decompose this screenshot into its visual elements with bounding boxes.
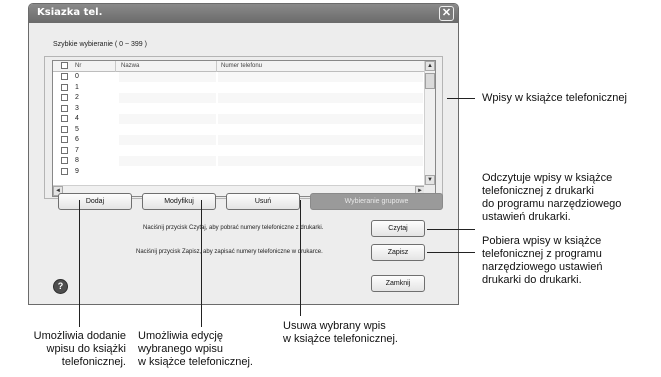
row-number: 9 bbox=[75, 167, 79, 175]
table-row[interactable]: 2 bbox=[53, 93, 425, 104]
list-header: Nr Nazwa Numer telefonu bbox=[53, 61, 425, 72]
table-row[interactable]: 8 bbox=[53, 156, 425, 167]
row-name[interactable] bbox=[119, 93, 216, 103]
row-checkbox[interactable] bbox=[61, 157, 68, 164]
row-name[interactable] bbox=[119, 146, 216, 156]
group-dial-button: Wybieranie grupowe bbox=[310, 193, 443, 210]
read-button[interactable]: Czytaj bbox=[371, 220, 425, 237]
close-button[interactable]: Zamknij bbox=[371, 275, 425, 292]
row-number: 6 bbox=[75, 136, 79, 143]
row-name[interactable] bbox=[119, 104, 216, 114]
read-instruction: Naciśnij przycisk Czytaj, aby pobrać num… bbox=[143, 225, 324, 231]
callout-delete: Usuwa wybrany wpis w książce telefoniczn… bbox=[283, 320, 398, 345]
row-phone[interactable] bbox=[218, 146, 423, 156]
phonebook-list: Nr Nazwa Numer telefonu 0123456789 ▲ ▼ ◄… bbox=[52, 60, 436, 197]
row-checkbox[interactable] bbox=[61, 73, 68, 80]
column-header-phone[interactable]: Numer telefonu bbox=[221, 63, 262, 69]
row-number: 5 bbox=[75, 125, 79, 133]
callout-line-read bbox=[427, 229, 475, 230]
callout-line-modify bbox=[201, 200, 202, 327]
table-row[interactable]: 0 bbox=[53, 72, 425, 83]
callout-line-delete bbox=[300, 200, 301, 316]
help-icon[interactable]: ? bbox=[53, 279, 68, 294]
vertical-scrollbar[interactable]: ▲ ▼ bbox=[424, 61, 435, 185]
row-phone[interactable] bbox=[218, 135, 423, 145]
write-instruction: Naciśnij przycisk Zapisz, aby zapisać nu… bbox=[136, 249, 323, 255]
row-phone[interactable] bbox=[218, 72, 423, 82]
row-name[interactable] bbox=[119, 167, 216, 177]
row-checkbox[interactable] bbox=[61, 136, 68, 143]
row-checkbox[interactable] bbox=[61, 167, 68, 175]
row-name[interactable] bbox=[119, 125, 216, 135]
callout-line-write bbox=[427, 252, 475, 253]
row-phone[interactable] bbox=[218, 156, 423, 166]
column-header-nr[interactable]: Nr bbox=[75, 63, 81, 69]
row-phone[interactable] bbox=[218, 114, 423, 124]
modify-button[interactable]: Modyfikuj bbox=[142, 193, 216, 210]
scroll-thumb[interactable] bbox=[425, 73, 435, 89]
row-phone[interactable] bbox=[218, 167, 423, 177]
column-header-name[interactable]: Nazwa bbox=[121, 63, 139, 69]
row-phone[interactable] bbox=[218, 83, 423, 93]
table-row[interactable]: 6 bbox=[53, 135, 425, 146]
callout-add: Umożliwia dodanie wpisu do książki telef… bbox=[33, 330, 126, 368]
row-name[interactable] bbox=[119, 114, 216, 124]
scroll-up-icon[interactable]: ▲ bbox=[425, 61, 435, 71]
row-name[interactable] bbox=[119, 83, 216, 93]
callout-entries: Wpisy w książce telefonicznej bbox=[482, 92, 627, 104]
callout-line-entries bbox=[447, 98, 475, 99]
table-row[interactable]: 7 bbox=[53, 146, 425, 157]
row-number: 8 bbox=[75, 157, 79, 164]
row-checkbox[interactable] bbox=[61, 104, 68, 112]
callout-line-add bbox=[79, 200, 80, 327]
delete-button[interactable]: Usuń bbox=[226, 193, 300, 210]
row-checkbox[interactable] bbox=[61, 146, 68, 154]
select-all-checkbox[interactable] bbox=[61, 62, 68, 69]
row-number: 7 bbox=[75, 146, 79, 154]
table-row[interactable]: 5 bbox=[53, 125, 425, 136]
callout-write: Pobiera wpisy w książce telefonicznej z … bbox=[482, 235, 603, 286]
table-row[interactable]: 4 bbox=[53, 114, 425, 125]
table-row[interactable]: 1 bbox=[53, 83, 425, 94]
add-button[interactable]: Dodaj bbox=[58, 193, 132, 210]
row-name[interactable] bbox=[119, 135, 216, 145]
table-row[interactable]: 3 bbox=[53, 104, 425, 115]
callout-modify: Umożliwia edycję wybranego wpisu w książ… bbox=[138, 330, 253, 368]
window-title: Ksiazka tel. bbox=[37, 7, 103, 18]
row-checkbox[interactable] bbox=[61, 94, 68, 101]
row-number: 3 bbox=[75, 104, 79, 112]
write-button[interactable]: Zapisz bbox=[371, 244, 425, 261]
table-row[interactable]: 9 bbox=[53, 167, 425, 178]
callout-read: Odczytuje wpisy w książce telefonicznej … bbox=[482, 172, 622, 223]
row-number: 1 bbox=[75, 83, 79, 91]
row-phone[interactable] bbox=[218, 125, 423, 135]
row-number: 2 bbox=[75, 94, 79, 101]
speed-dial-label: Szybkie wybieranie ( 0 ~ 399 ) bbox=[53, 41, 147, 48]
list-rows: 0 1 2 3 4 5 6 7 8 9 bbox=[53, 72, 425, 177]
row-phone[interactable] bbox=[218, 93, 423, 103]
row-name[interactable] bbox=[119, 72, 216, 82]
scroll-down-icon[interactable]: ▼ bbox=[425, 175, 435, 185]
row-number: 0 bbox=[75, 73, 79, 80]
row-checkbox[interactable] bbox=[61, 125, 68, 133]
row-checkbox[interactable] bbox=[61, 115, 68, 122]
row-checkbox[interactable] bbox=[61, 83, 68, 91]
title-bar[interactable]: Ksiazka tel. ✕ bbox=[29, 4, 458, 23]
row-number: 4 bbox=[75, 115, 79, 122]
row-name[interactable] bbox=[119, 156, 216, 166]
close-icon[interactable]: ✕ bbox=[439, 6, 454, 21]
row-phone[interactable] bbox=[218, 104, 423, 114]
